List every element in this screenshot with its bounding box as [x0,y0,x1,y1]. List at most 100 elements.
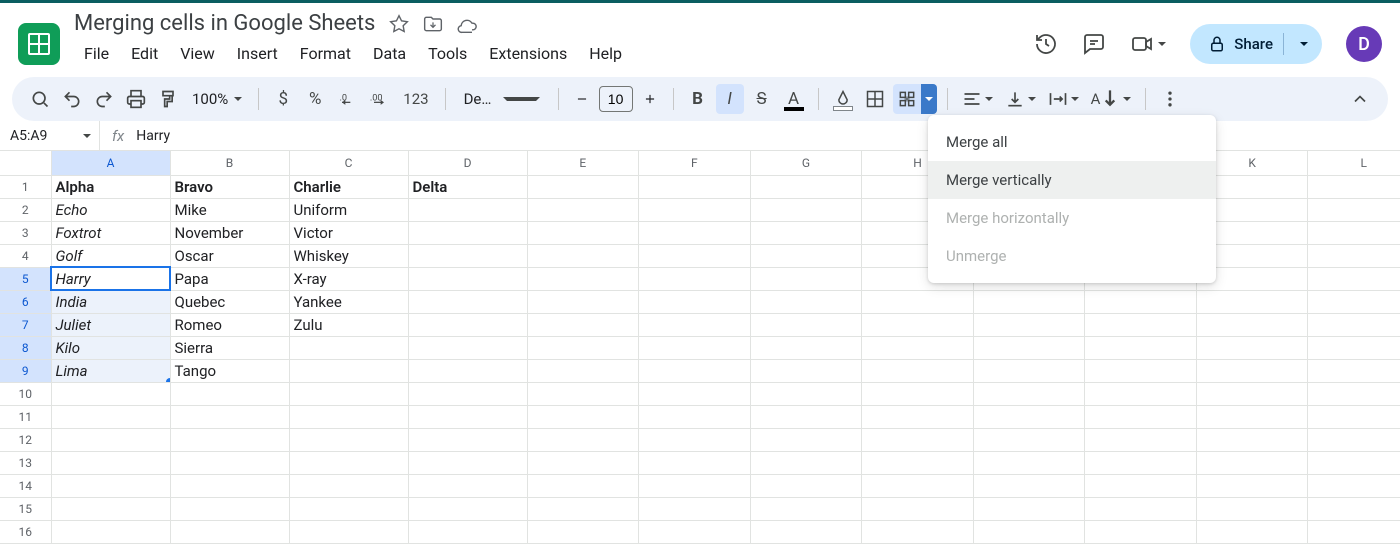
cell[interactable] [639,336,751,359]
cell[interactable] [527,221,639,244]
cell[interactable] [1308,497,1400,520]
cell[interactable] [1308,359,1400,382]
paint-format-icon[interactable] [154,84,182,114]
cell[interactable] [1196,359,1308,382]
cell[interactable] [51,405,170,428]
cell[interactable] [1196,313,1308,336]
cell[interactable] [862,382,974,405]
text-wrap-button[interactable] [1044,84,1083,114]
more-toolbar-button[interactable] [1156,84,1184,114]
cell[interactable]: November [170,221,289,244]
cell[interactable] [750,221,862,244]
cell[interactable] [639,405,751,428]
menu-tools[interactable]: Tools [418,40,477,67]
cell[interactable] [527,359,639,382]
merge-cells-button[interactable] [893,84,921,114]
cell[interactable]: Mike [170,198,289,221]
menu-insert[interactable]: Insert [227,40,288,67]
cell[interactable]: Zulu [289,313,408,336]
cell[interactable] [1308,405,1400,428]
selection-handle[interactable] [166,378,171,383]
increase-fontsize-button[interactable] [637,86,663,112]
cell[interactable] [1308,175,1400,198]
cell[interactable] [750,520,862,543]
cell[interactable]: Yankee [289,290,408,313]
cell[interactable] [862,451,974,474]
cell[interactable]: Romeo [170,313,289,336]
row-header[interactable]: 5 [0,267,51,290]
cell[interactable] [408,451,527,474]
cell[interactable] [527,451,639,474]
cell[interactable] [862,290,974,313]
italic-button[interactable]: I [716,84,744,114]
cell[interactable] [1308,336,1400,359]
cell[interactable] [51,428,170,451]
cell[interactable] [527,244,639,267]
row-header[interactable]: 15 [0,497,51,520]
cell[interactable] [862,428,974,451]
cell[interactable] [1308,520,1400,543]
cell[interactable] [973,520,1085,543]
cell[interactable] [408,198,527,221]
history-icon[interactable] [1034,32,1058,56]
cell[interactable] [639,198,751,221]
cell[interactable] [750,428,862,451]
star-icon[interactable] [389,14,409,34]
cell[interactable] [973,290,1085,313]
menu-edit[interactable]: Edit [121,40,168,67]
cell[interactable] [639,290,751,313]
cell[interactable] [527,267,639,290]
collapse-toolbar-button[interactable] [1346,84,1374,114]
cell[interactable]: Alpha [51,175,170,198]
cell[interactable] [639,359,751,382]
row-header[interactable]: 13 [0,451,51,474]
format-currency-button[interactable]: $ [269,84,297,114]
cell[interactable] [1308,290,1400,313]
cell[interactable] [408,336,527,359]
cell[interactable] [1085,405,1197,428]
share-button[interactable]: Share [1190,24,1322,64]
cell[interactable] [408,313,527,336]
row-header[interactable]: 6 [0,290,51,313]
cell[interactable]: Quebec [170,290,289,313]
cell[interactable] [289,405,408,428]
cell[interactable] [408,497,527,520]
cell[interactable] [1085,451,1197,474]
cell[interactable] [1085,382,1197,405]
decrease-fontsize-button[interactable] [569,86,595,112]
cell[interactable] [1196,474,1308,497]
cell[interactable] [1196,382,1308,405]
text-color-button[interactable]: A [780,84,808,114]
cell[interactable]: X-ray [289,267,408,290]
cell[interactable]: Uniform [289,198,408,221]
cell[interactable] [1308,221,1400,244]
cell[interactable]: Juliet [51,313,170,336]
strikethrough-button[interactable]: S [748,84,776,114]
menu-format[interactable]: Format [290,40,361,67]
menu-extensions[interactable]: Extensions [479,40,577,67]
row-header[interactable]: 2 [0,198,51,221]
cell[interactable]: Papa [170,267,289,290]
cell[interactable] [639,221,751,244]
cell[interactable] [408,221,527,244]
cell[interactable] [1196,451,1308,474]
cell[interactable] [750,313,862,336]
cell[interactable] [750,405,862,428]
cell[interactable] [862,336,974,359]
cell[interactable] [750,474,862,497]
select-all-corner[interactable] [0,151,51,175]
cell[interactable] [408,290,527,313]
cell[interactable] [1308,267,1400,290]
cell[interactable] [639,497,751,520]
cell[interactable] [289,474,408,497]
col-header-F[interactable]: F [639,151,751,175]
row-header[interactable]: 10 [0,382,51,405]
col-header-G[interactable]: G [750,151,862,175]
cell[interactable] [862,405,974,428]
cell[interactable] [51,382,170,405]
cell[interactable] [1308,244,1400,267]
merge-all-item[interactable]: Merge all [928,123,1216,161]
cell[interactable] [289,497,408,520]
row-header[interactable]: 14 [0,474,51,497]
cell[interactable] [1085,313,1197,336]
